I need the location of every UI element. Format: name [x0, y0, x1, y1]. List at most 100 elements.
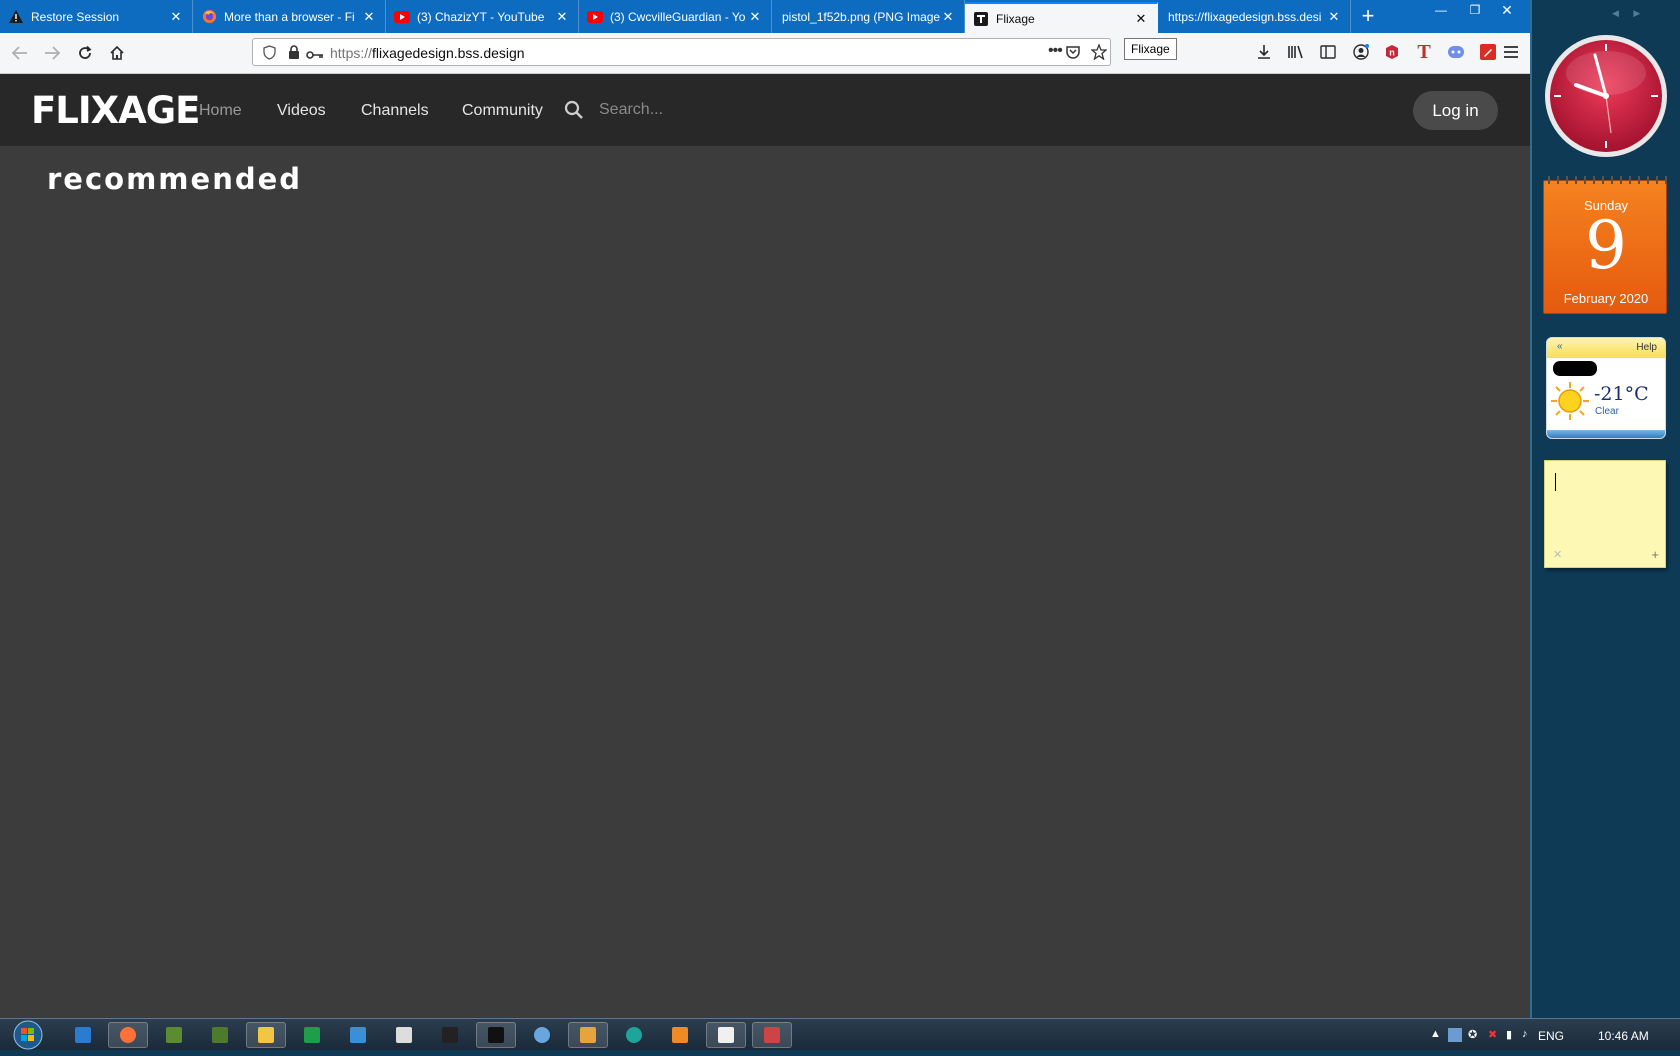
taskbar-edge-icon[interactable] [614, 1022, 654, 1048]
nav-videos[interactable]: Videos [277, 102, 326, 120]
library-icon[interactable] [1285, 41, 1307, 63]
taskbar-vscode-icon[interactable] [63, 1022, 103, 1048]
new-tab-button[interactable]: + [1355, 4, 1381, 30]
sun-icon [1549, 380, 1591, 422]
clock-gadget[interactable] [1543, 33, 1669, 159]
weather-gadget[interactable]: « Help -21°C Clear [1546, 337, 1666, 439]
nav-community[interactable]: Community [462, 102, 543, 120]
reload-button[interactable] [73, 41, 97, 65]
extension-t-icon[interactable]: T [1413, 41, 1435, 63]
login-button[interactable]: Log in [1413, 91, 1498, 130]
search-input[interactable] [597, 96, 821, 124]
sticky-note-gadget[interactable]: ✕ + [1544, 460, 1666, 568]
close-icon[interactable]: ✕ [168, 9, 184, 25]
tab-youtube-cwcville[interactable]: (3) CwcvilleGuardian - Yo ✕ [579, 0, 772, 33]
taskbar-minecraft-icon[interactable] [154, 1022, 194, 1048]
url-text[interactable]: https://flixagedesign.bss.design [330, 45, 525, 61]
page-content: recommended [0, 146, 1530, 1018]
search-icon[interactable] [564, 100, 584, 125]
calendar-day: 9 [1585, 207, 1627, 284]
start-button[interactable] [8, 1019, 48, 1051]
close-window-button[interactable]: ✕ [1490, 0, 1524, 22]
nav-home[interactable]: Home [199, 102, 242, 120]
taskbar-app-icon[interactable] [338, 1022, 378, 1048]
taskbar-paint-icon[interactable] [522, 1022, 562, 1048]
analog-clock-icon [1545, 35, 1667, 157]
tab-flixage[interactable]: Flixage ✕ [965, 2, 1158, 33]
pocket-icon[interactable] [1065, 44, 1081, 65]
forward-button[interactable] [40, 41, 64, 65]
tab-firefox[interactable]: More than a browser - Fi ✕ [193, 0, 386, 33]
taskbar-spreadsheet-icon[interactable] [292, 1022, 332, 1048]
tab-flixagedesign-url[interactable]: https://flixagedesign.bss.desi ✕ [1158, 0, 1351, 33]
taskbar-inkscape-icon[interactable] [476, 1022, 516, 1048]
taskbar-unity2-icon[interactable] [430, 1022, 470, 1048]
tab-title: https://flixagedesign.bss.desi [1168, 9, 1322, 24]
lock-icon[interactable] [288, 45, 300, 64]
desktop-sidebar: ◀ ▶ Sunday 9 February 2020 « Help -21°C … [1530, 0, 1680, 1018]
calendar-gadget[interactable]: Sunday 9 February 2020 [1543, 176, 1668, 314]
close-icon[interactable]: ✕ [1133, 11, 1149, 27]
firefox-icon [201, 9, 217, 25]
site-logo[interactable]: FLIXAGE [31, 91, 200, 131]
home-button[interactable] [105, 41, 129, 65]
restore-button[interactable]: ❐ [1458, 0, 1492, 22]
tab-pistol-png[interactable]: pistol_1f52b.png (PNG Image ✕ [772, 0, 965, 33]
account-icon[interactable] [1350, 41, 1372, 63]
close-icon[interactable]: ✕ [1326, 9, 1342, 25]
show-hidden-icons-icon[interactable]: ▲ [1430, 1028, 1441, 1040]
site-header: FLIXAGE Home Videos Channels Community L… [0, 74, 1530, 146]
taskbar-clock[interactable]: 10:46 AM [1598, 1029, 1649, 1043]
home-icon [110, 45, 124, 60]
url-bar[interactable]: https://flixagedesign.bss.design ••• [252, 38, 1111, 66]
extension-bot-icon[interactable] [1445, 41, 1467, 63]
weather-condition: Clear [1595, 406, 1619, 417]
taskbar-firefox-icon[interactable] [108, 1022, 148, 1048]
taskbar-blender-icon[interactable] [660, 1022, 700, 1048]
close-icon[interactable]: ✕ [1553, 548, 1562, 561]
tray-network-share-icon[interactable]: ✪ [1468, 1028, 1477, 1041]
taskbar-unity-icon[interactable] [384, 1022, 424, 1048]
weather-help-link[interactable]: Help [1636, 342, 1657, 353]
weather-collapse-icon[interactable]: « [1557, 341, 1563, 352]
taskbar-gimp-icon[interactable] [752, 1022, 792, 1048]
taskbar-word-icon[interactable] [706, 1022, 746, 1048]
youtube-icon [587, 9, 603, 25]
url-host: flixagedesign.bss.design [372, 45, 525, 61]
tab-youtube-chazizyt[interactable]: (3) ChazizYT - YouTube ✕ [386, 0, 579, 33]
page-actions-icon[interactable]: ••• [1048, 42, 1063, 60]
nav-channels[interactable]: Channels [361, 102, 429, 120]
taskbar-minecraft2-icon[interactable] [200, 1022, 240, 1048]
extension-pen-icon[interactable] [1477, 41, 1499, 63]
downloads-icon[interactable] [1253, 41, 1275, 63]
tab-restore-session[interactable]: Restore Session ✕ [0, 0, 193, 33]
tray-alert-icon[interactable]: ✖ [1488, 1028, 1497, 1041]
signal-icon[interactable]: ▮ [1506, 1028, 1512, 1041]
extension-n-icon[interactable]: n [1381, 41, 1403, 63]
text-caret [1555, 473, 1556, 491]
key-icon[interactable] [306, 47, 324, 65]
sidebar-navigation-arrows[interactable]: ◀ ▶ [1612, 8, 1646, 19]
taskbar-explorer-icon[interactable] [246, 1022, 286, 1048]
redacted-location [1553, 361, 1597, 376]
language-indicator[interactable]: ENG [1538, 1029, 1564, 1043]
back-arrow-icon [11, 46, 27, 60]
back-button[interactable] [8, 41, 32, 65]
sidebar-icon[interactable] [1317, 41, 1339, 63]
taskbar-discord-icon[interactable] [568, 1022, 608, 1048]
calendar-rings [1544, 176, 1668, 184]
bookmark-star-icon[interactable] [1090, 43, 1108, 65]
close-icon[interactable]: ✕ [747, 9, 763, 25]
close-icon[interactable]: ✕ [554, 9, 570, 25]
close-icon[interactable]: ✕ [361, 9, 377, 25]
tray-app-icon[interactable] [1448, 1028, 1462, 1042]
minimize-button[interactable]: — [1424, 0, 1458, 22]
navigation-toolbar: https://flixagedesign.bss.design ••• Fli… [0, 33, 1530, 74]
close-icon[interactable]: ✕ [940, 9, 956, 25]
add-note-icon[interactable]: + [1651, 547, 1659, 562]
menu-hamburger-icon[interactable] [1500, 41, 1522, 63]
volume-icon[interactable]: ♪ [1522, 1028, 1528, 1040]
browser-window: Restore Session ✕ More than a browser - … [0, 0, 1530, 1018]
youtube-icon [394, 9, 410, 25]
tracking-shield-icon[interactable] [263, 45, 276, 65]
